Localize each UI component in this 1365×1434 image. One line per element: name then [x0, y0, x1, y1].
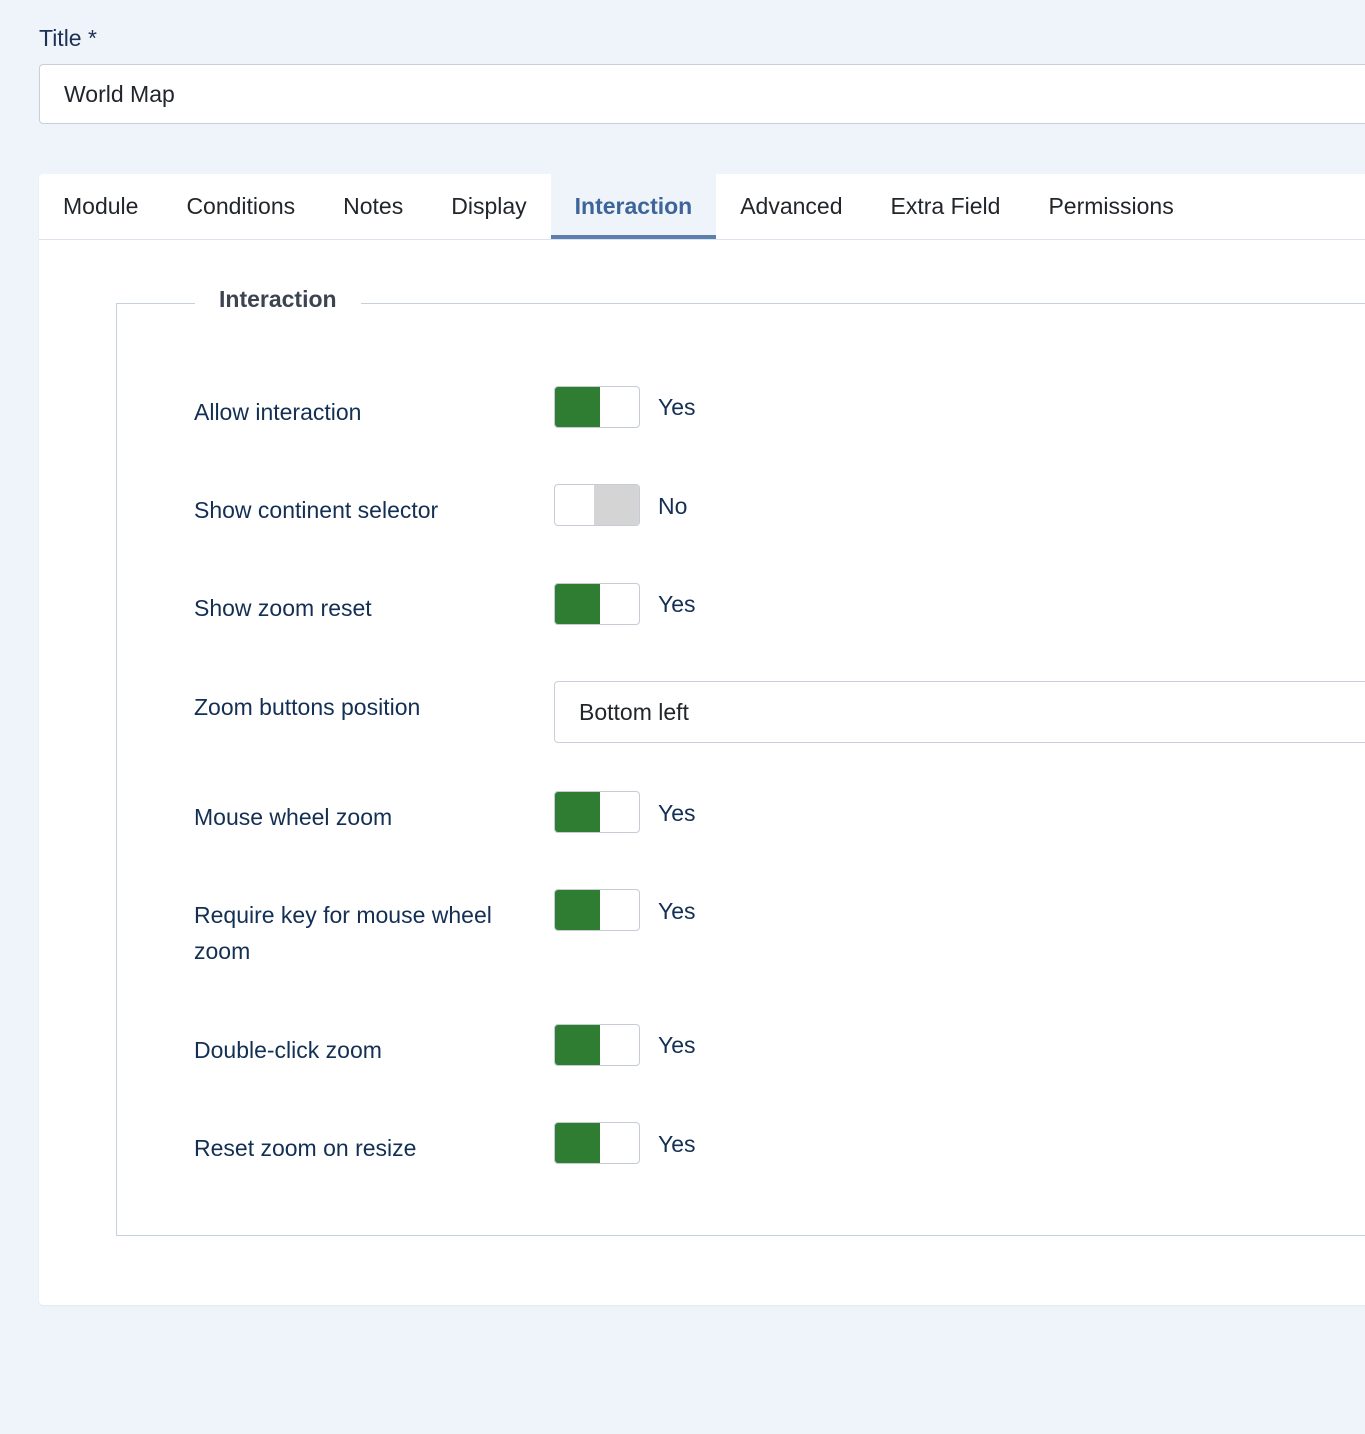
tab-conditions[interactable]: Conditions — [162, 174, 319, 239]
reset-zoom-on-resize-switch[interactable] — [554, 1122, 640, 1164]
switch-knob — [555, 584, 600, 624]
show-zoom-reset-value: Yes — [658, 591, 696, 617]
allow-interaction-value: Yes — [658, 394, 696, 420]
switch-knob — [555, 792, 600, 832]
tab-advanced[interactable]: Advanced — [716, 174, 866, 239]
show-zoom-reset-label: Show zoom reset — [194, 595, 372, 621]
show-continent-selector-switch[interactable] — [554, 484, 640, 526]
show-continent-selector-value: No — [658, 493, 688, 519]
switch-knob — [555, 1123, 600, 1163]
show-continent-selector-label: Show continent selector — [194, 497, 439, 523]
require-key-value: Yes — [658, 898, 696, 924]
reset-zoom-on-resize-label: Reset zoom on resize — [194, 1135, 417, 1161]
mouse-wheel-zoom-switch[interactable] — [554, 791, 640, 833]
double-click-zoom-value: Yes — [658, 1032, 696, 1058]
require-key-label: Require key for mouse wheel zoom — [194, 902, 492, 964]
module-settings-card: Module Conditions Notes Display Interact… — [39, 174, 1365, 1305]
title-label: Title * — [39, 25, 97, 51]
allow-interaction-switch[interactable] — [554, 386, 640, 428]
tab-notes[interactable]: Notes — [319, 174, 427, 239]
tab-permissions[interactable]: Permissions — [1024, 174, 1197, 239]
zoom-buttons-position-label: Zoom buttons position — [194, 694, 421, 720]
allow-interaction-label: Allow interaction — [194, 399, 362, 425]
switch-knob — [555, 1025, 600, 1065]
mouse-wheel-zoom-label: Mouse wheel zoom — [194, 804, 393, 830]
tab-bar: Module Conditions Notes Display Interact… — [39, 174, 1365, 240]
tab-interaction[interactable]: Interaction — [550, 174, 717, 239]
switch-knob — [555, 387, 600, 427]
interaction-fieldset: Interaction — [116, 286, 1365, 1236]
fieldset-legend: Interaction — [195, 286, 361, 313]
zoom-buttons-position-select[interactable]: Bottom left — [554, 681, 1365, 743]
tab-module[interactable]: Module — [39, 174, 162, 239]
title-input[interactable]: World Map — [39, 64, 1365, 124]
switch-knob — [594, 485, 639, 525]
mouse-wheel-zoom-value: Yes — [658, 800, 696, 826]
tab-extra-field[interactable]: Extra Field — [867, 174, 1025, 239]
reset-zoom-on-resize-value: Yes — [658, 1131, 696, 1157]
require-key-switch[interactable] — [554, 889, 640, 931]
double-click-zoom-switch[interactable] — [554, 1024, 640, 1066]
show-zoom-reset-switch[interactable] — [554, 583, 640, 625]
switch-knob — [555, 890, 600, 930]
tab-display[interactable]: Display — [427, 174, 550, 239]
double-click-zoom-label: Double-click zoom — [194, 1037, 382, 1063]
